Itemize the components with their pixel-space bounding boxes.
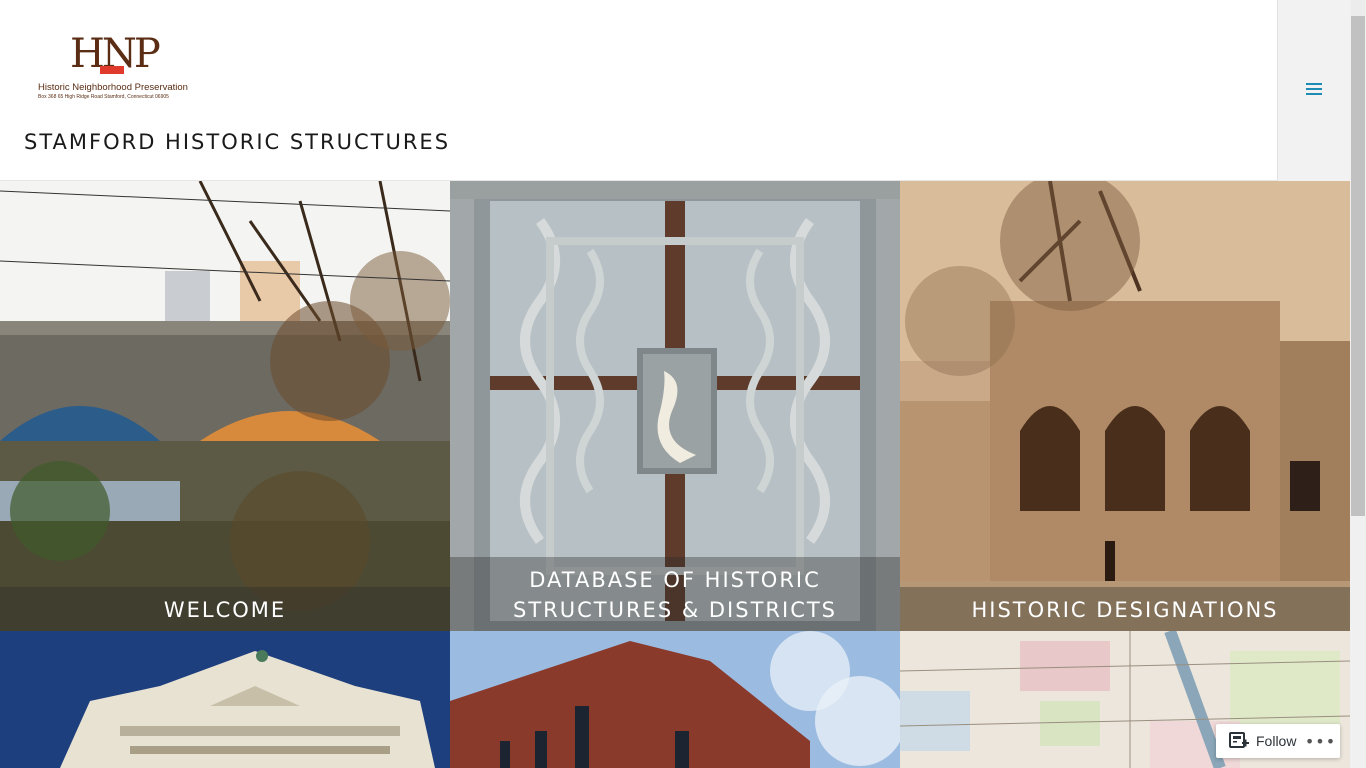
tile-welcome-label: WELCOME bbox=[0, 587, 450, 631]
hnp-logo[interactable]: HNP Historic Neighborhood Preservation B… bbox=[36, 30, 192, 102]
site-header: HNP Historic Neighborhood Preservation B… bbox=[0, 0, 1350, 181]
site-title[interactable]: STAMFORD HISTORIC STRUCTURES bbox=[24, 130, 450, 154]
tile-historic-designations[interactable]: HISTORIC DESIGNATIONS bbox=[900, 181, 1350, 631]
stone-bridge-image bbox=[0, 181, 450, 631]
tile-welcome[interactable]: WELCOME bbox=[0, 181, 450, 631]
logo-address: Box 368 65 High Ridge Road Stamford, Con… bbox=[38, 94, 169, 100]
tile-historic-designations-label: HISTORIC DESIGNATIONS bbox=[900, 587, 1350, 631]
tile-database[interactable]: DATABASE OF HISTORIC STRUCTURES & DISTRI… bbox=[450, 181, 900, 631]
follow-button[interactable]: Follow bbox=[1216, 724, 1296, 758]
follow-label: Follow bbox=[1256, 733, 1297, 749]
reader-follow-icon bbox=[1229, 732, 1249, 748]
tile-database-label: DATABASE OF HISTORIC STRUCTURES & DISTRI… bbox=[450, 557, 900, 631]
follow-widget: Follow ••• bbox=[1216, 724, 1340, 758]
sepia-building-photo bbox=[900, 181, 1350, 631]
hamburger-menu-icon[interactable] bbox=[1306, 83, 1322, 97]
more-options-icon[interactable]: ••• bbox=[1305, 724, 1335, 758]
tile-brick-building[interactable] bbox=[450, 631, 900, 768]
logo-red-bar bbox=[100, 66, 124, 74]
brick-building-image bbox=[450, 631, 900, 768]
scrollbar-thumb[interactable] bbox=[1351, 16, 1365, 516]
ornate-building-image bbox=[0, 631, 450, 768]
tile-ornate-building[interactable] bbox=[0, 631, 450, 768]
scrollbar-up-arrow[interactable] bbox=[1351, 0, 1365, 16]
logo-mark: HNP bbox=[70, 31, 161, 77]
logo-organization-name: Historic Neighborhood Preservation bbox=[38, 82, 188, 93]
